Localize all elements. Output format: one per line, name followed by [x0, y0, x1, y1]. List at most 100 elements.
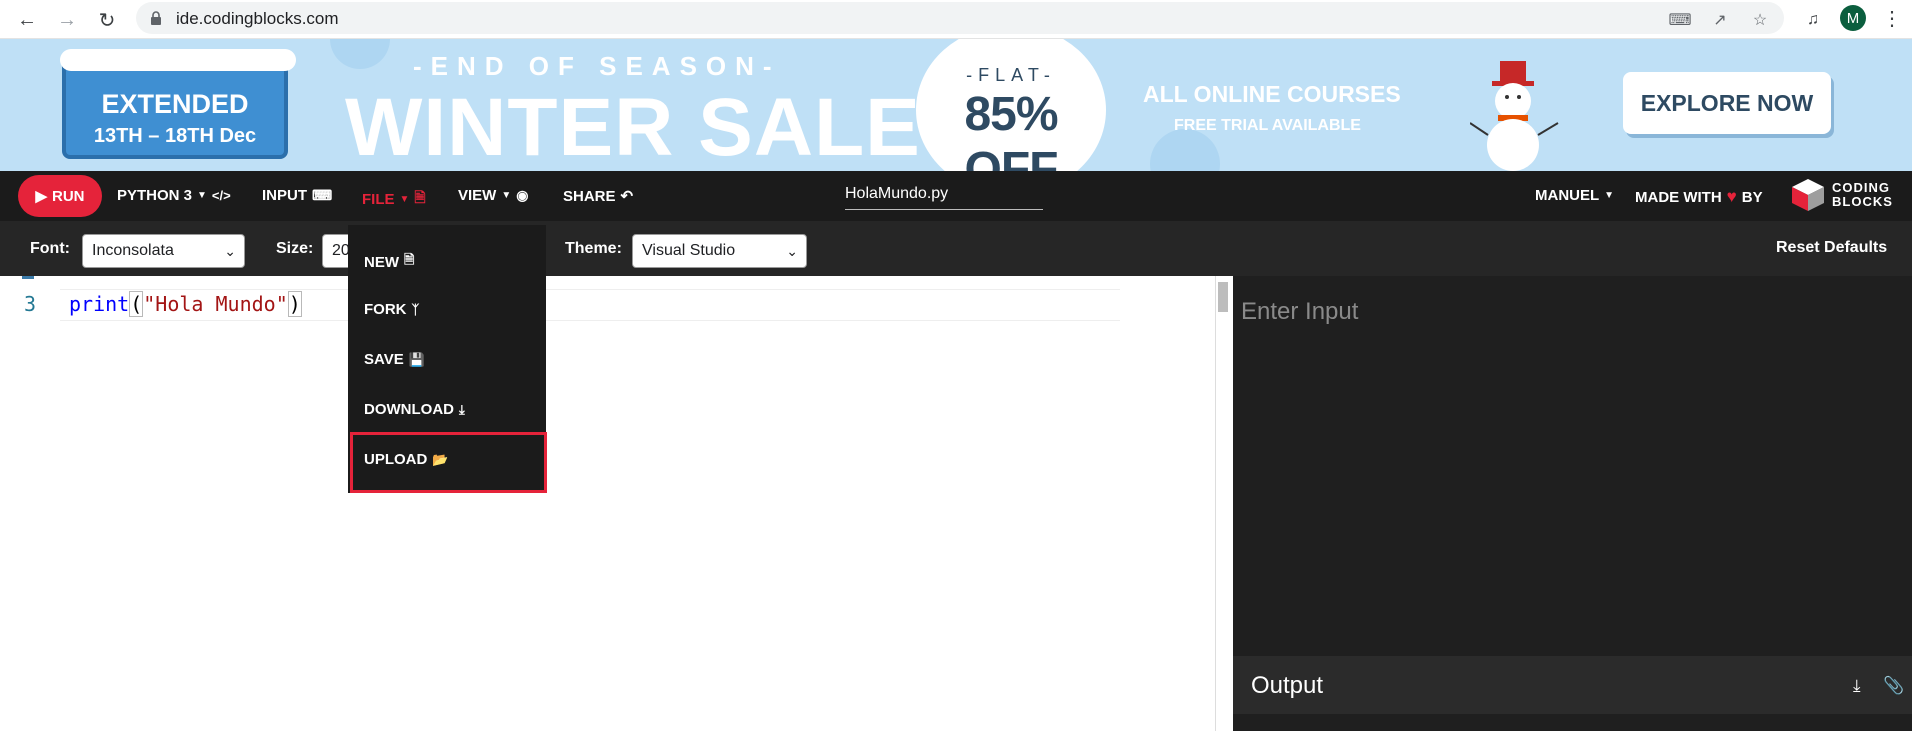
share-label: SHARE [563, 187, 616, 205]
extended-sign: EXTENDED 13TH – 18TH Dec [60, 49, 296, 159]
run-label: RUN [52, 187, 85, 205]
flat-text: -FLAT- [966, 65, 1056, 85]
menu-item-label: SAVE [364, 351, 404, 368]
media-icon[interactable]: ♫ [1800, 7, 1826, 33]
caret-down-icon: ▼ [501, 190, 512, 201]
explore-now-button[interactable]: EXPLORE NOW [1623, 72, 1831, 134]
forward-icon[interactable]: → [54, 7, 80, 33]
share-arrow-icon: ↶ [620, 188, 634, 205]
play-icon: ▶ [35, 188, 48, 205]
code-line[interactable]: print("Hola Mundo") [69, 291, 302, 317]
share-menu[interactable]: SHARE ↶ [563, 187, 634, 206]
caret-down-icon: ▼ [1604, 190, 1615, 201]
menu-item-save[interactable]: SAVE 💾 [364, 351, 425, 368]
output-label: Output [1251, 672, 1324, 699]
download-icon[interactable]: ⤓ [1853, 676, 1861, 696]
menu-item-label: DOWNLOAD [364, 401, 454, 418]
code-icon: </> [211, 188, 231, 203]
brand-line-2: BLOCKS [1832, 194, 1893, 209]
language-label: PYTHON 3 [117, 187, 193, 204]
code-editor[interactable]: 3 print("Hola Mundo") [0, 276, 1214, 731]
theme-select[interactable]: Visual Studio ⌄ [632, 234, 807, 268]
reload-icon[interactable]: ↻ [94, 7, 120, 33]
share-icon[interactable]: ↗ [1710, 10, 1730, 30]
paperclip-icon[interactable]: 📎 [1883, 676, 1904, 696]
chevron-down-icon: ⌄ [224, 243, 236, 259]
menu-item-label: NEW [364, 253, 399, 271]
user-menu[interactable]: MANUEL ▼ [1535, 187, 1614, 204]
input-placeholder: Enter Input [1241, 298, 1359, 325]
made-with-credit: MADE WITH ♥ BY [1635, 187, 1763, 207]
output-panel [1233, 714, 1912, 731]
download-icon: ⤓ [459, 401, 465, 417]
menu-item-label: FORK [364, 301, 407, 318]
theme-label: Theme: [565, 240, 622, 257]
snowman-icon [1470, 61, 1559, 171]
brand-line-1: CODING [1832, 180, 1890, 195]
view-label: VIEW [458, 187, 497, 204]
end-of-season-text: -END OF SEASON- [413, 51, 781, 81]
translate-icon[interactable]: ⌨ [1668, 10, 1691, 30]
promo-banner[interactable]: EXTENDED 13TH – 18TH Dec -END OF SEASON-… [0, 39, 1912, 171]
filename-input[interactable]: HolaMundo.py [845, 185, 1043, 210]
url-text: ide.codingblocks.com [176, 9, 339, 28]
heart-icon: ♥ [1726, 187, 1737, 206]
discount-text: 85% OFF [964, 88, 1058, 171]
run-button[interactable]: ▶ RUN [18, 175, 102, 217]
reset-defaults-button[interactable]: Reset Defaults [1776, 239, 1887, 257]
menu-item-download[interactable]: DOWNLOAD ⤓ [364, 401, 465, 418]
code-paren-close: ) [287, 291, 302, 317]
back-icon[interactable]: ← [14, 7, 40, 33]
theme-select-value: Visual Studio [642, 242, 736, 259]
all-courses-text: ALL ONLINE COURSES [1143, 81, 1401, 107]
code-keyword: print [69, 292, 130, 316]
file-menu[interactable]: FILE ▼ 🗎 [362, 187, 426, 211]
new-file-icon: 🗎 [404, 252, 415, 267]
discount-circle: -FLAT- 85% OFF [916, 39, 1106, 171]
input-panel[interactable]: Enter Input [1233, 276, 1912, 656]
browser-toolbar: ← → ↻ ide.codingblocks.com ⌨ ↗ ☆ ♫ M ⋮ [0, 0, 1912, 39]
extended-text: EXTENDED [101, 89, 249, 119]
size-label: Size: [276, 240, 314, 257]
code-string: "Hola Mundo" [143, 292, 288, 316]
brand-name: CODING BLOCKS [1832, 181, 1893, 209]
scrollbar-thumb[interactable] [1218, 282, 1228, 312]
font-label: Font: [30, 240, 70, 257]
file-label: FILE [362, 190, 395, 208]
chevron-down-icon: ⌄ [786, 243, 798, 259]
avatar[interactable]: M [1840, 5, 1866, 31]
editor-scrollbar[interactable] [1215, 276, 1233, 731]
upload-highlight-box [350, 432, 547, 493]
input-menu[interactable]: INPUT ⌨ [262, 187, 332, 204]
star-icon[interactable]: ☆ [1750, 10, 1770, 30]
dates-text: 13TH – 18TH Dec [93, 125, 257, 147]
gutter-marker [22, 276, 34, 279]
file-icon: 🗎 [414, 189, 426, 205]
output-header: Output ⤓ 📎 [1233, 656, 1912, 714]
menu-item-fork[interactable]: FORK ᛉ [364, 301, 419, 318]
lock-icon [151, 11, 161, 25]
language-menu[interactable]: PYTHON 3 ▼ </> [117, 187, 231, 204]
caret-down-icon: ▼ [197, 190, 207, 201]
address-bar[interactable]: ide.codingblocks.com ⌨ ↗ ☆ [136, 2, 1784, 34]
winter-sale-text: WINTER SALE [345, 82, 921, 171]
by-label: BY [1741, 188, 1763, 206]
coding-blocks-logo-icon[interactable] [1790, 177, 1826, 213]
code-paren-open: ( [129, 291, 144, 317]
user-label: MANUEL [1535, 187, 1600, 204]
font-select-value: Inconsolata [92, 242, 174, 259]
ide-toolbar: ▶ RUN PYTHON 3 ▼ </> INPUT ⌨ FILE ▼ 🗎 VI… [0, 171, 1912, 221]
editor-settings-bar: Font: Inconsolata ⌄ Size: 20 Theme: Visu… [0, 221, 1912, 276]
caret-down-icon: ▼ [399, 193, 410, 205]
view-menu[interactable]: VIEW ▼ ◉ [458, 187, 528, 204]
fork-icon: ᛉ [411, 302, 420, 317]
made-with-label: MADE WITH [1635, 188, 1722, 206]
menu-item-new[interactable]: NEW 🗎 [364, 251, 414, 273]
decoration [330, 39, 390, 69]
snow-cap [60, 49, 296, 71]
free-trial-text: FREE TRIAL AVAILABLE [1174, 117, 1361, 134]
font-select[interactable]: Inconsolata ⌄ [82, 234, 245, 268]
save-icon: 💾 [408, 351, 425, 367]
kebab-icon[interactable]: ⋮ [1882, 6, 1902, 31]
keyboard-icon: ⌨ [312, 187, 333, 203]
